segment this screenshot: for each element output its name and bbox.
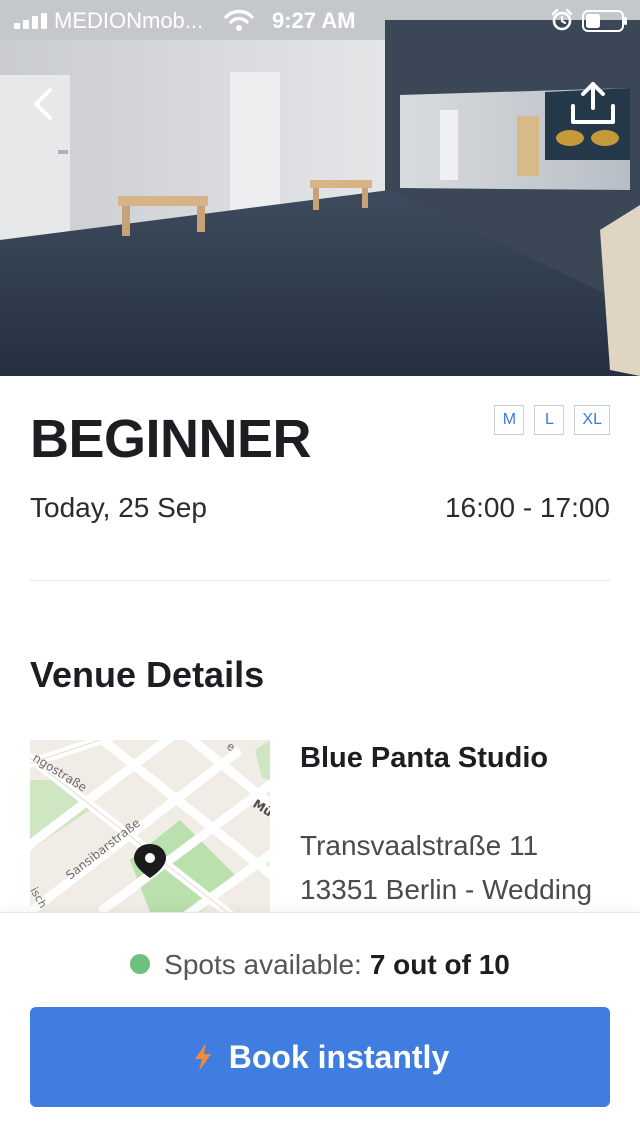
- book-instantly-button[interactable]: Book instantly: [30, 1007, 610, 1107]
- book-button-label: Book instantly: [228, 1039, 450, 1075]
- booking-bar: Spots available: 7 out of 10 Book instant…: [0, 912, 640, 1136]
- spots-value: 7 out of 10: [369, 949, 510, 980]
- venue-map[interactable]: ngostraße Sansibarstraße Mü e isch: [30, 740, 270, 912]
- cellular-signal-icon: [14, 13, 47, 29]
- carrier-name: MEDIONmob...: [54, 8, 204, 33]
- wifi-icon: [224, 9, 254, 31]
- size-badge-m: M: [494, 405, 525, 435]
- class-date: Today, 25 Sep: [30, 492, 207, 523]
- share-icon[interactable]: [568, 80, 618, 126]
- class-size-badges: M L XL: [494, 405, 610, 435]
- battery-icon: [582, 10, 627, 32]
- venue-address-city: 13351 Berlin - Wedding: [300, 874, 593, 905]
- spots-label: Spots available:: [164, 949, 362, 980]
- status-bar: MEDIONmob... 9:27 AM: [0, 0, 640, 40]
- status-time: 9:27 AM: [272, 8, 356, 33]
- studio-photo-illustration: [0, 0, 640, 376]
- studio-photo: [0, 0, 640, 376]
- lightning-bolt-icon: [194, 1042, 211, 1071]
- venue-details-heading: Venue Details: [30, 654, 265, 695]
- class-title: BEGINNER: [30, 409, 312, 469]
- spots-availability: Spots available: 7 out of 10: [0, 949, 640, 981]
- size-badge-l: L: [534, 405, 565, 435]
- size-badge-xl: XL: [574, 405, 610, 435]
- class-time-range: 16:00 - 17:00: [444, 492, 610, 523]
- back-chevron-icon[interactable]: [24, 84, 64, 124]
- alarm-icon: [551, 8, 573, 31]
- venue-address-street: Transvaalstraße 11: [300, 830, 539, 861]
- availability-dot-icon: [130, 953, 151, 974]
- section-divider: [30, 580, 610, 581]
- map-tiles: ngostraße Sansibarstraße Mü e isch: [30, 740, 270, 912]
- venue-name: Blue Panta Studio: [300, 742, 549, 774]
